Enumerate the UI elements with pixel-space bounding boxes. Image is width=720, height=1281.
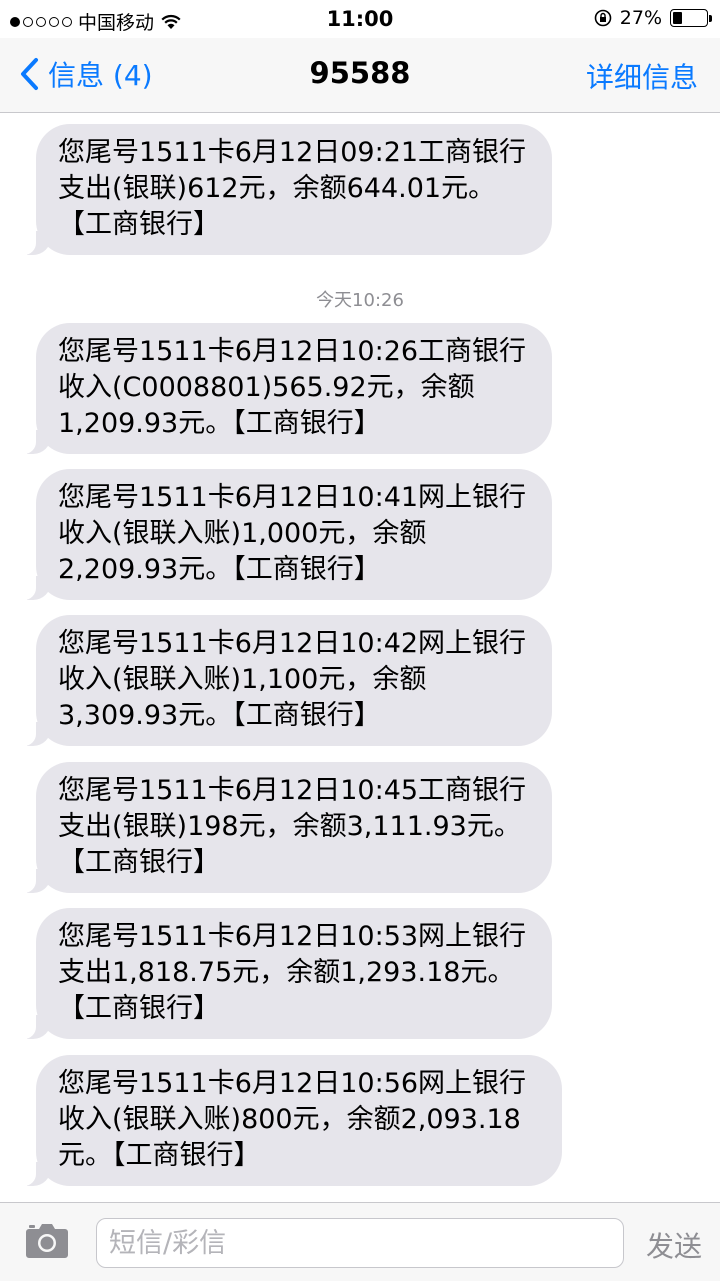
message-line: 您尾号1511卡6月12日10:56网上银行 <box>58 1068 527 1099</box>
message-bubble[interactable]: 您尾号1511卡6月12日10:45工商银行 支出(银联)198元，余额3,11… <box>20 762 552 893</box>
message-line: 您尾号1511卡6月12日10:53网上银行 <box>58 921 527 952</box>
message-line: 支出(银联)198元，余额3,111.93元。 <box>58 811 521 842</box>
details-button[interactable]: 详细信息 <box>586 56 698 96</box>
message-line: 1,209.93元。【工商银行】 <box>58 408 381 439</box>
message-line: 【工商银行】 <box>58 209 220 240</box>
navigation-bar: 信息 (4) 95588 详细信息 <box>0 38 720 113</box>
message-list[interactable]: 您尾号1511卡6月12日09:21工商银行 支出(银联)612元，余额644.… <box>0 112 720 1202</box>
back-button[interactable]: 信息 (4) <box>18 54 153 94</box>
battery-percent: 27% <box>619 7 662 29</box>
compose-bar: 发送 <box>0 1202 720 1281</box>
message-line: 3,309.93元。【工商银行】 <box>58 700 381 731</box>
message-line: 支出(银联)612元，余额644.01元。 <box>58 173 496 204</box>
message-line: 收入(银联入账)1,000元，余额 <box>58 518 427 549</box>
status-right: 27% <box>594 7 712 29</box>
chevron-left-icon <box>21 58 38 90</box>
message-bubble[interactable]: 您尾号1511卡6月12日10:53网上银行 支出1,818.75元，余额1,2… <box>20 908 552 1039</box>
battery-icon <box>670 9 712 27</box>
message-line: 您尾号1511卡6月12日10:42网上银行 <box>58 628 527 659</box>
camera-icon[interactable] <box>24 1222 70 1260</box>
message-line: 支出1,818.75元，余额1,293.18元。 <box>58 957 515 988</box>
rotation-lock-icon <box>594 9 612 27</box>
message-input[interactable] <box>96 1218 624 1268</box>
message-line: 元。【工商银行】 <box>58 1140 261 1171</box>
message-bubble[interactable]: 您尾号1511卡6月12日10:42网上银行 收入(银联入账)1,100元，余额… <box>20 615 552 746</box>
back-label: 信息 (4) <box>48 59 153 92</box>
message-bubble[interactable]: 您尾号1511卡6月12日09:21工商银行 支出(银联)612元，余额644.… <box>20 124 552 255</box>
message-bubble[interactable]: 您尾号1511卡6月12日10:56网上银行 收入(银联入账)800元，余额2,… <box>20 1055 562 1186</box>
message-line: 【工商银行】 <box>58 847 220 878</box>
message-line: 您尾号1511卡6月12日10:41网上银行 <box>58 482 527 513</box>
send-button[interactable]: 发送 <box>646 1225 702 1265</box>
message-line: 您尾号1511卡6月12日10:26工商银行 <box>58 336 527 367</box>
timestamp: 今天10:26 <box>316 290 404 311</box>
message-bubble[interactable]: 您尾号1511卡6月12日10:41网上银行 收入(银联入账)1,000元，余额… <box>20 469 552 600</box>
message-line: 收入(银联入账)1,100元，余额 <box>58 664 427 695</box>
message-line: 收入(银联入账)800元，余额2,093.18 <box>58 1104 521 1135</box>
message-line: 您尾号1511卡6月12日10:45工商银行 <box>58 775 527 806</box>
status-bar: 中国移动 11:00 27% <box>0 0 720 38</box>
message-line: 收入(C0008801)565.92元，余额 <box>58 372 475 403</box>
message-line: 【工商银行】 <box>58 993 220 1024</box>
message-bubble[interactable]: 您尾号1511卡6月12日10:26工商银行 收入(C0008801)565.9… <box>20 323 552 454</box>
message-line: 您尾号1511卡6月12日09:21工商银行 <box>58 137 527 168</box>
message-line: 2,209.93元。【工商银行】 <box>58 554 381 585</box>
